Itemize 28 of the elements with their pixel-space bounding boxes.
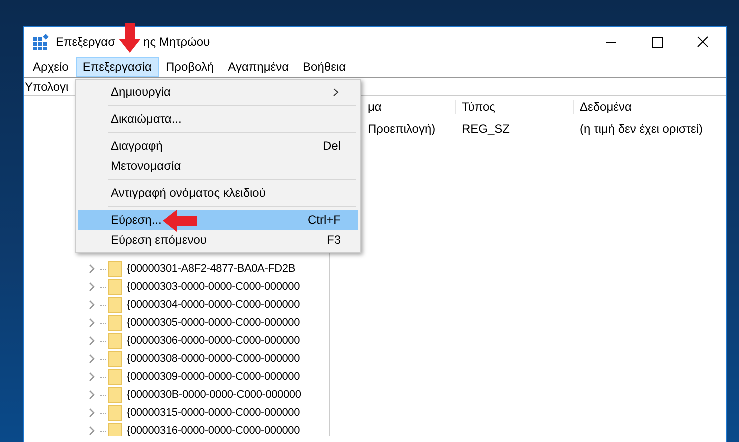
menu-item[interactable]: Δικαιώματα... [78, 109, 358, 129]
window-title: ης Μητρώου [144, 35, 210, 49]
menu-bar-item[interactable]: Αγαπημένα [221, 57, 296, 77]
menu-bar-item[interactable]: Επεξεργασία [76, 57, 159, 77]
table-cell-text: (η τιμή δεν έχει οριστεί) [579, 122, 704, 136]
menu-bar-item[interactable]: Προβολή [158, 57, 222, 77]
tree-item[interactable]: {00000316-0000-0000-C000-000000 [127, 425, 300, 436]
window-title: Επεξεργασ [56, 35, 116, 49]
column-header[interactable]: Τύπος [455, 100, 573, 114]
tree-item[interactable]: {00000315-0000-0000-C000-000000 [127, 407, 300, 419]
tree-item[interactable]: {00000306-0000-0000-C000-000000 [127, 335, 300, 347]
menu-item[interactable]: Εύρεση... Ctrl+F [78, 210, 358, 230]
tree-item[interactable]: {00000305-0000-0000-C000-000000 [127, 317, 300, 329]
tree-item[interactable]: {00000309-0000-0000-C000-000000 [127, 371, 300, 383]
menu-item[interactable]: Εύρεση επόμενου F3 [78, 230, 358, 250]
table-cell-text: Προεπιλογή) [367, 122, 437, 136]
menu-bar-item[interactable]: Αρχείο [26, 57, 76, 77]
table-cell-text: REG_SZ [461, 122, 512, 136]
tree-item[interactable]: {0000030B-0000-0000-C000-000000 [127, 389, 302, 401]
tree-item[interactable]: {00000301-A8F2-4877-BA0A-FD2B [127, 263, 296, 275]
tree-item[interactable]: {00000308-0000-0000-C000-000000 [127, 353, 300, 365]
menu-item[interactable]: Διαγραφή Del [78, 136, 358, 156]
menu-bar-item[interactable]: Βοήθεια [296, 57, 354, 77]
tree-item[interactable]: {00000303-0000-0000-C000-000000 [127, 281, 300, 293]
column-header[interactable]: Δεδομένα [573, 100, 632, 114]
menu-item[interactable]: Μετονομασία [78, 156, 358, 176]
menu-item[interactable]: Αντιγραφή ονόματος κλειδιού [78, 183, 358, 203]
tree-item[interactable]: {00000304-0000-0000-C000-000000 [127, 299, 300, 311]
